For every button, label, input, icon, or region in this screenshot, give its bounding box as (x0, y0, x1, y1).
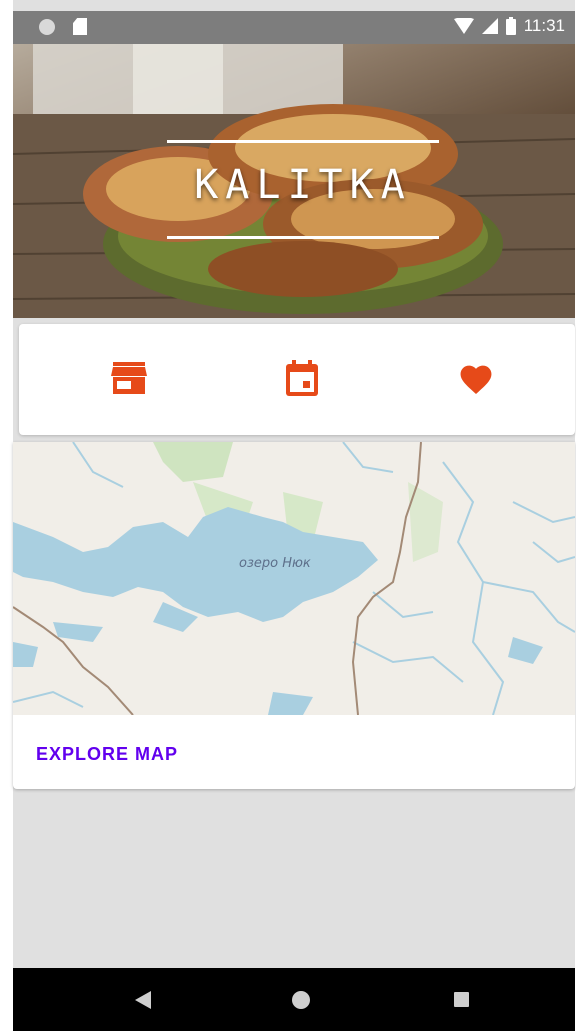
battery-icon (505, 17, 516, 35)
recents-icon[interactable] (454, 992, 469, 1007)
navigation-bar (13, 968, 575, 1031)
store-icon (111, 362, 147, 394)
screen-edge-left (0, 0, 13, 1031)
hero-title-block: KALITKA (167, 140, 439, 240)
map-card: озеро Нюк EXPLORE MAP (13, 442, 575, 789)
back-icon[interactable] (135, 991, 151, 1009)
hero-title-top-line (167, 140, 439, 143)
signal-icon (481, 18, 498, 34)
map-lake-label: озеро Нюк (239, 556, 311, 571)
calendar-icon (286, 360, 318, 396)
wifi-icon (453, 18, 474, 34)
sd-card-icon (73, 18, 87, 35)
hero-title: KALITKA (194, 162, 412, 208)
map-tiles (13, 442, 575, 715)
clock-time: 11:31 (523, 16, 565, 35)
notification-dot-icon (39, 18, 55, 35)
calendar-button[interactable] (282, 358, 322, 398)
hero-image: KALITKA (13, 44, 575, 318)
status-bar: 11:31 (13, 11, 575, 44)
home-icon[interactable] (292, 991, 310, 1009)
favorite-button[interactable] (456, 358, 496, 398)
map-view[interactable]: озеро Нюк (13, 442, 575, 715)
status-right: 11:31 (453, 16, 565, 36)
heart-icon (460, 365, 492, 394)
explore-map-button[interactable]: EXPLORE MAP (36, 744, 178, 765)
hero-title-bottom-line (167, 236, 439, 239)
store-button[interactable] (109, 358, 149, 398)
actions-card (19, 324, 575, 435)
status-left (39, 18, 87, 35)
